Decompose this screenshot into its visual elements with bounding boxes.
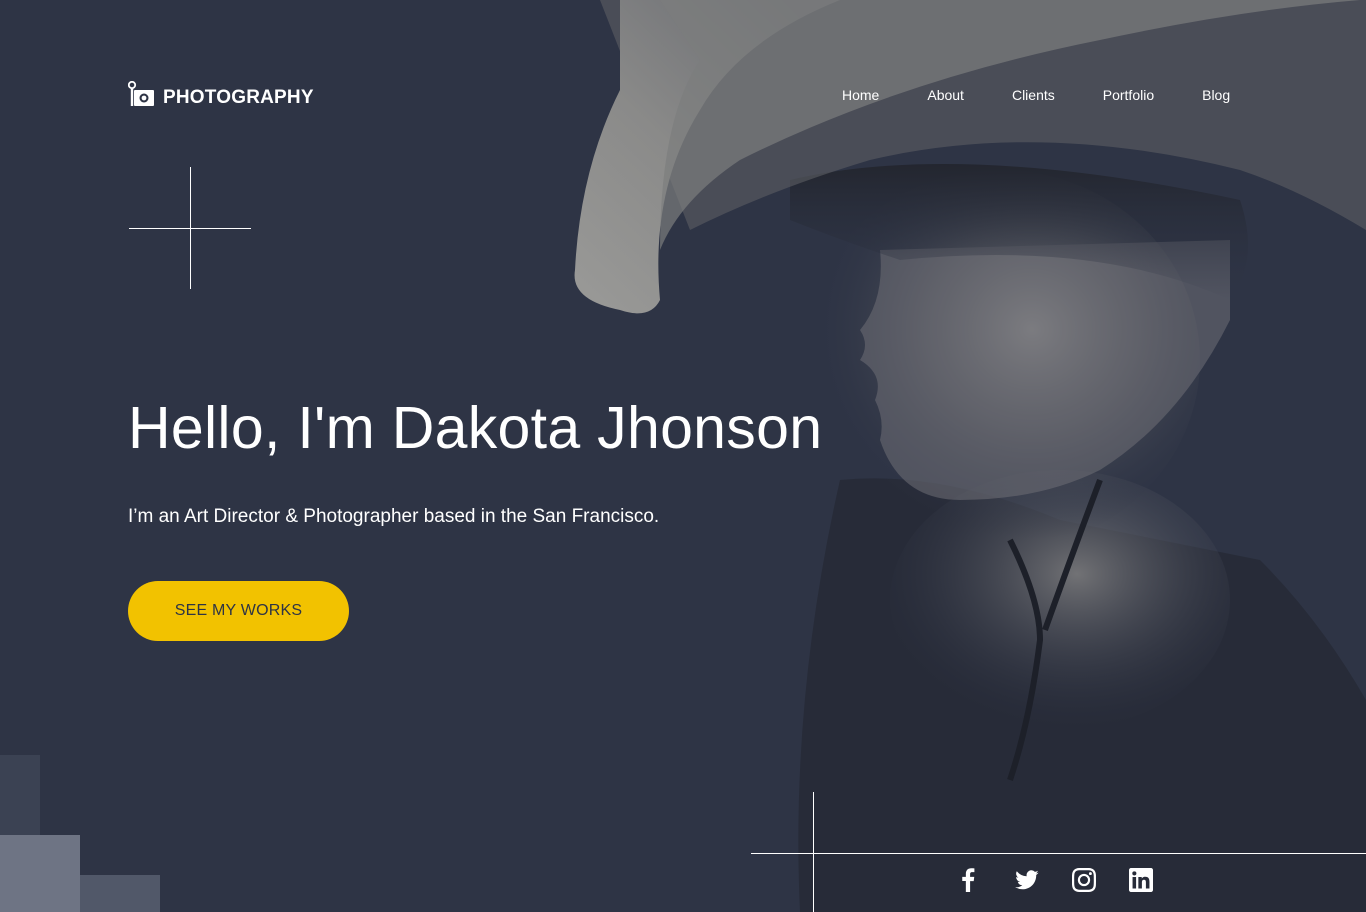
social-links: [958, 868, 1153, 892]
twitter-icon[interactable]: [1015, 868, 1039, 892]
facebook-icon[interactable]: [958, 868, 982, 892]
hero-subtitle: I’m an Art Director & Photographer based…: [128, 506, 660, 527]
decor-block-light: [0, 835, 80, 912]
instagram-icon[interactable]: [1072, 868, 1096, 892]
nav-clients[interactable]: Clients: [1012, 87, 1055, 103]
see-my-works-button[interactable]: SEE MY WORKS: [128, 581, 349, 641]
nav-about[interactable]: About: [927, 87, 964, 103]
hero-title: Hello, I'm Dakota Jhonson: [128, 395, 823, 461]
linkedin-icon[interactable]: [1129, 868, 1153, 892]
decor-bottom-vertical-line: [813, 792, 814, 912]
nav-home[interactable]: Home: [842, 87, 879, 103]
nav-blog[interactable]: Blog: [1202, 87, 1230, 103]
main-nav: Home About Clients Portfolio Blog: [842, 87, 1230, 103]
decor-block-dark: [0, 755, 40, 835]
decor-block-mid: [80, 875, 160, 912]
logo[interactable]: PHOTOGRAPHY: [128, 80, 314, 110]
decor-bottom-horizontal-line: [751, 853, 1366, 854]
decor-crosshair-horizontal: [129, 228, 251, 229]
camera-icon: [128, 81, 154, 106]
nav-portfolio[interactable]: Portfolio: [1103, 87, 1154, 103]
logo-text: PHOTOGRAPHY: [163, 87, 314, 108]
